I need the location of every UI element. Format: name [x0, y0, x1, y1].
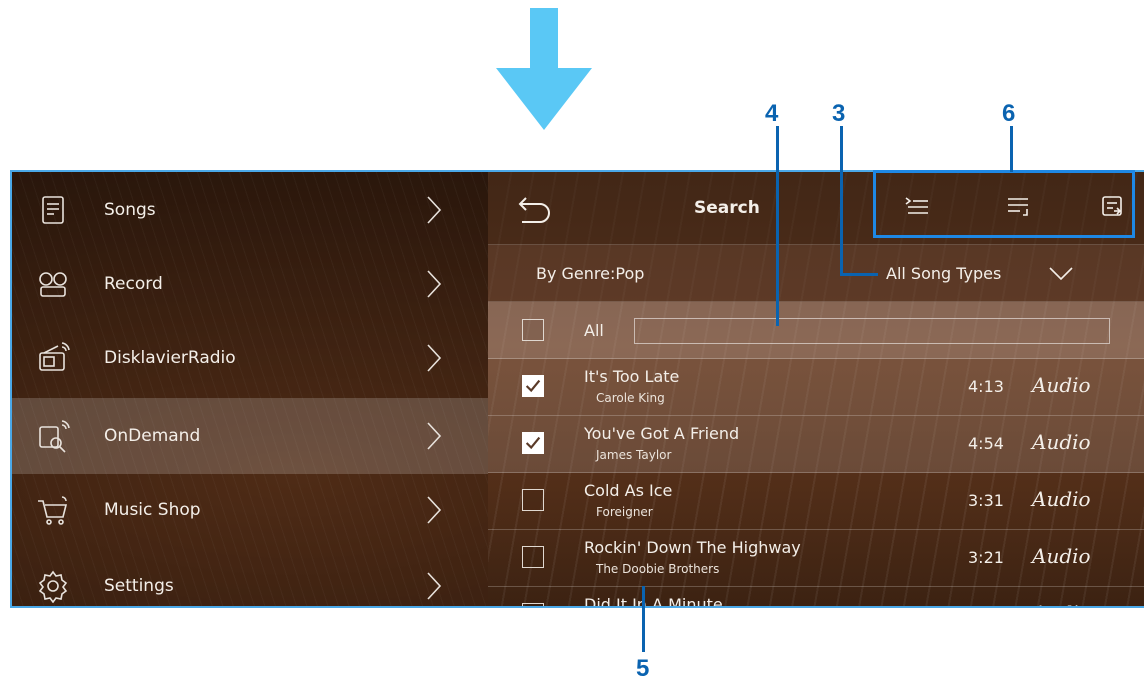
- callout-4: 4: [765, 100, 779, 127]
- sidebar-item-ondemand[interactable]: OnDemand: [12, 398, 488, 474]
- song-checkbox[interactable]: [522, 375, 544, 397]
- sidebar-item-label: Music Shop: [104, 500, 201, 520]
- down-arrow-icon: [496, 8, 592, 130]
- callout-5-leader: [642, 586, 645, 652]
- select-all-row: All: [488, 302, 1144, 359]
- record-icon: [39, 272, 67, 297]
- song-title: Cold As Ice: [584, 481, 673, 500]
- sidebar-item-music-shop[interactable]: Music Shop: [12, 472, 488, 548]
- song-duration: 3:31: [968, 491, 1004, 510]
- song-type-badge: Audio: [1032, 430, 1091, 454]
- song-type-badge: Audio: [1032, 601, 1091, 606]
- chevron-right-icon: [427, 496, 442, 524]
- back-icon[interactable]: [518, 194, 552, 224]
- song-type-badge: Audio: [1032, 544, 1091, 568]
- song-title: It's Too Late: [584, 367, 680, 386]
- sidebar-item-label: Songs: [104, 200, 156, 220]
- chevron-down-icon[interactable]: [1048, 266, 1074, 282]
- ondemand-icon: [39, 420, 70, 453]
- song-artist: Carole King: [596, 391, 665, 405]
- callout-4-leader: [776, 126, 779, 326]
- callout-3-leader-h: [840, 273, 878, 276]
- sidebar-item-label: OnDemand: [104, 426, 201, 446]
- sidebar-item-songs[interactable]: Songs: [12, 172, 488, 248]
- song-artist: Foreigner: [596, 505, 653, 519]
- songs-icon: [42, 196, 64, 224]
- song-title: You've Got A Friend: [584, 424, 740, 443]
- chevron-right-icon: [427, 344, 442, 372]
- song-checkbox[interactable]: [522, 432, 544, 454]
- song-duration: 4:13: [968, 377, 1004, 396]
- sidebar-item-settings[interactable]: Settings: [12, 548, 488, 606]
- song-type-badge: Audio: [1032, 373, 1091, 397]
- chevron-right-icon: [427, 422, 442, 450]
- song-row[interactable]: Rockin' Down The Highway The Doobie Brot…: [488, 530, 1144, 587]
- song-type-badge: Audio: [1032, 487, 1091, 511]
- sidebar: Songs Record DisklavierRadio OnDemand Mu…: [12, 172, 488, 606]
- filter-bar: By Genre:Pop All Song Types: [488, 245, 1144, 302]
- song-title: Rockin' Down The Highway: [584, 538, 801, 557]
- music-shop-icon: [38, 496, 68, 525]
- callout-3: 3: [832, 100, 846, 127]
- song-duration: 4:54: [968, 434, 1004, 453]
- song-row[interactable]: Cold As Ice Foreigner 3:31 Audio: [488, 473, 1144, 530]
- chevron-right-icon: [427, 196, 442, 224]
- callout-6: 6: [1002, 100, 1016, 127]
- search-input[interactable]: [634, 318, 1110, 344]
- song-row[interactable]: You've Got A Friend James Taylor 4:54 Au…: [488, 416, 1144, 473]
- sidebar-item-label: DisklavierRadio: [104, 348, 236, 368]
- callout-5: 5: [636, 655, 650, 682]
- song-row[interactable]: It's Too Late Carole King 4:13 Audio: [488, 359, 1144, 416]
- song-checkbox[interactable]: [522, 603, 544, 606]
- sidebar-item-disklavierradio[interactable]: DisklavierRadio: [12, 320, 488, 396]
- select-all-label: All: [584, 321, 604, 340]
- checkmark-icon: [525, 436, 541, 450]
- chevron-right-icon: [427, 270, 442, 298]
- radio-icon: [39, 342, 70, 371]
- callout-6-leader: [1010, 126, 1013, 172]
- page-title: Search: [694, 198, 760, 218]
- song-checkbox[interactable]: [522, 546, 544, 568]
- settings-icon: [38, 570, 68, 603]
- song-artist: The Doobie Brothers: [596, 562, 720, 576]
- song-checkbox[interactable]: [522, 489, 544, 511]
- song-artist: James Taylor: [596, 448, 672, 462]
- callout-3-leader: [840, 126, 843, 276]
- song-title: Did It In A Minute: [584, 595, 723, 608]
- chevron-right-icon: [427, 572, 442, 600]
- song-type-select[interactable]: All Song Types: [886, 264, 1001, 283]
- sidebar-item-record[interactable]: Record: [12, 246, 488, 322]
- sidebar-item-label: Settings: [104, 576, 174, 596]
- toolbar-highlight-frame: [873, 170, 1135, 238]
- select-all-checkbox[interactable]: [522, 319, 544, 341]
- sidebar-item-label: Record: [104, 274, 163, 294]
- checkmark-icon: [525, 379, 541, 393]
- genre-filter-label[interactable]: By Genre:Pop: [536, 264, 644, 283]
- song-duration: 3:21: [968, 548, 1004, 567]
- song-row[interactable]: Did It In A Minute Audio: [488, 587, 1144, 608]
